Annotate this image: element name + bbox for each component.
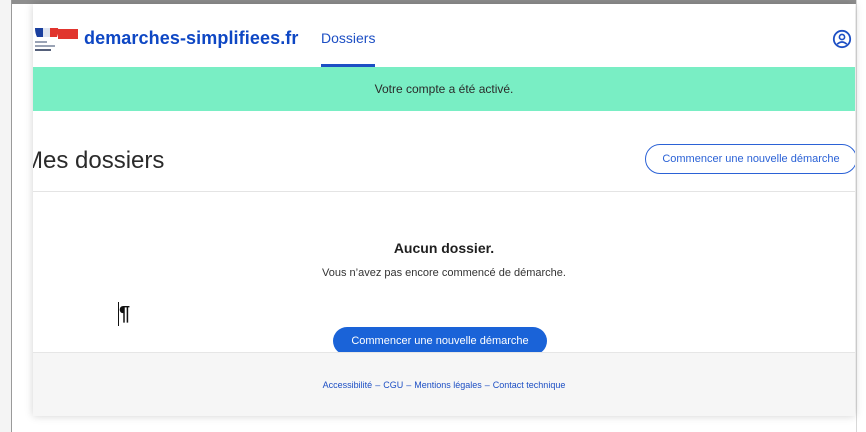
- empty-state-title: Aucun dossier.: [393, 240, 495, 256]
- footer-link-accessibilite[interactable]: Accessibilité: [323, 380, 373, 390]
- page-title: Mes dossiers: [33, 147, 165, 174]
- nav-tab-dossiers[interactable]: Dossiers: [321, 30, 376, 67]
- empty-state: Aucun dossier. Vous n’avez pas encore co…: [33, 192, 855, 355]
- flash-message: Votre compte a été activé.: [374, 82, 514, 96]
- site-header: demarches-simplifiees.fr Dossiers: [33, 4, 855, 67]
- marianne-flag-logo-icon[interactable]: [33, 26, 78, 54]
- empty-state-text: Vous n’avez pas encore commencé de démar…: [322, 267, 566, 279]
- footer-link-cgu[interactable]: CGU: [383, 380, 403, 390]
- new-demarche-button[interactable]: Commencer une nouvelle démarche: [333, 327, 547, 355]
- pilcrow-mark: ¶: [119, 303, 131, 325]
- site-footer: Accessibilité – CGU – Mentions légales –…: [33, 352, 855, 416]
- footer-separator: –: [484, 379, 490, 390]
- footer-separator: –: [406, 379, 412, 390]
- footer-separator: –: [375, 379, 381, 390]
- footer-link-mentions-legales[interactable]: Mentions légales: [414, 380, 482, 390]
- footer-link-contact-technique[interactable]: Contact technique: [493, 380, 566, 390]
- site-name-link[interactable]: demarches-simplifiees.fr: [84, 28, 299, 49]
- screen: demarches-simplifiees.fr Dossiers Votre …: [0, 0, 866, 432]
- window-right-edge: [856, 0, 866, 432]
- page: demarches-simplifiees.fr Dossiers Votre …: [33, 4, 855, 416]
- nav-tab-dossiers-label: Dossiers: [321, 30, 376, 46]
- user-circle-icon[interactable]: [832, 29, 852, 49]
- new-demarche-button-header[interactable]: Commencer une nouvelle démarche: [645, 144, 855, 174]
- window-left-edge: [0, 0, 12, 432]
- page-title-bar: Mes dossiers Commencer une nouvelle déma…: [33, 111, 855, 192]
- flash-success-banner: Votre compte a été activé.: [33, 67, 855, 111]
